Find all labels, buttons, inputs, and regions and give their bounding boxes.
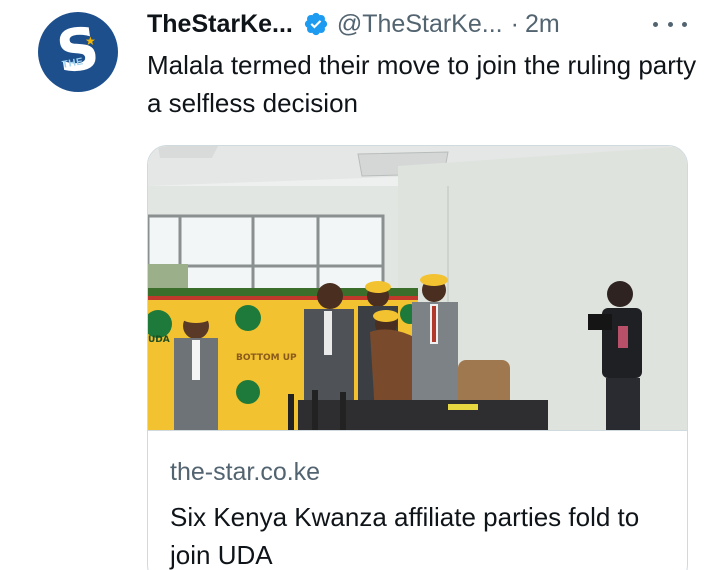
- card-domain[interactable]: the-star.co.ke: [170, 458, 320, 487]
- card-title[interactable]: Six Kenya Kwanza affiliate parties fold …: [170, 498, 670, 570]
- card-divider: [148, 430, 687, 431]
- link-card[interactable]: UDA BOTTOM UP the-star.co.ke Six Kenya K…: [147, 145, 688, 570]
- more-dot: [653, 21, 658, 27]
- tweet-text: Malala termed their move to join the rul…: [147, 50, 697, 118]
- verified-badge-icon: [304, 12, 327, 36]
- avatar-logo: S: [52, 13, 104, 87]
- banner-logo-text: UDA: [148, 335, 170, 345]
- separator-dot: ·: [510, 9, 519, 38]
- handle[interactable]: @TheStarKe...: [337, 10, 503, 39]
- avatar[interactable]: S THE ★: [38, 12, 118, 92]
- tweet-header: TheStarKe... @TheStarKe... · 2m: [147, 7, 560, 41]
- timestamp[interactable]: 2m: [525, 10, 560, 39]
- more-options-icon[interactable]: [653, 17, 687, 31]
- press-conference-photo: UDA BOTTOM UP: [148, 146, 687, 430]
- more-dot: [667, 21, 673, 27]
- tweet[interactable]: S THE ★ TheStarKe... @TheStarKe... · 2m …: [0, 0, 720, 570]
- more-dot: [682, 21, 687, 27]
- display-name[interactable]: TheStarKe...: [147, 10, 293, 39]
- star-icon: ★: [85, 34, 96, 48]
- card-image[interactable]: UDA BOTTOM UP: [148, 146, 687, 430]
- banner-slogan-text: BOTTOM UP: [236, 353, 297, 363]
